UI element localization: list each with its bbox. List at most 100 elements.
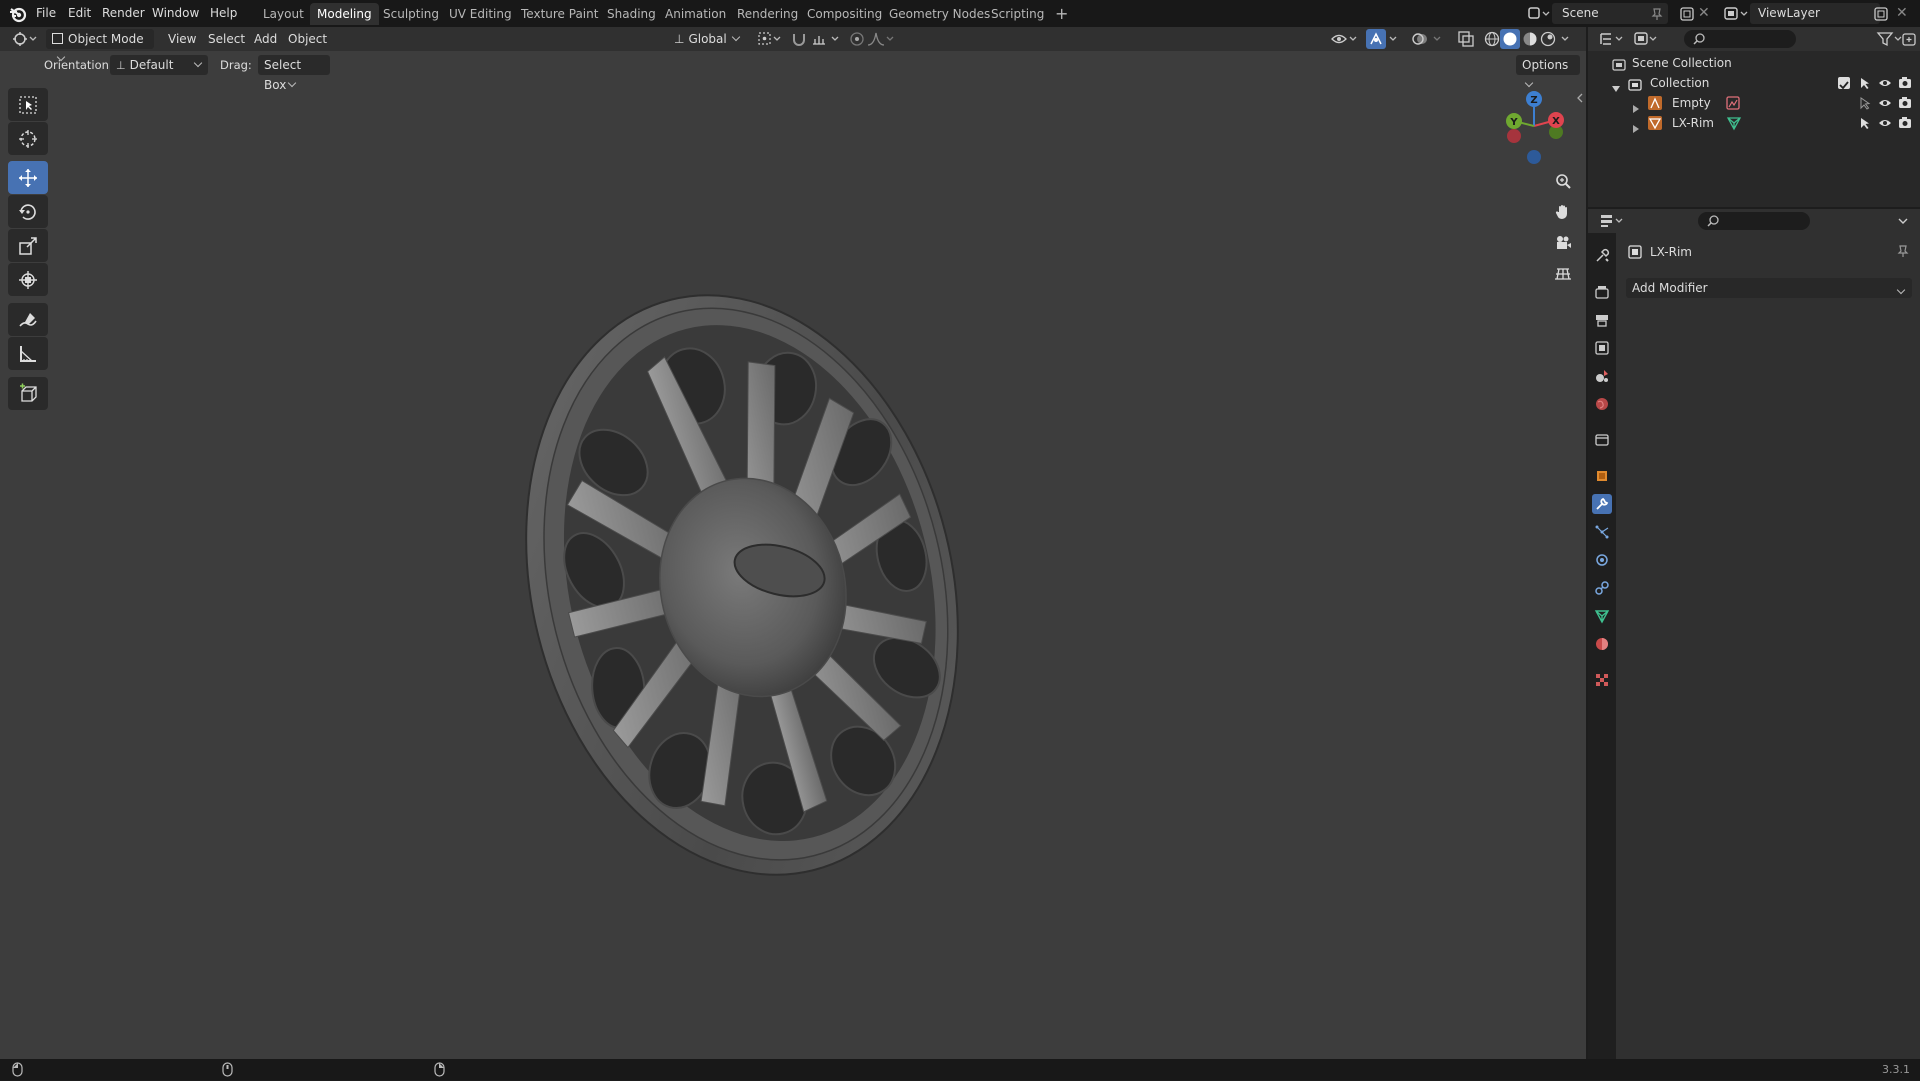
zoom-button[interactable] bbox=[1549, 167, 1577, 195]
outliner-row-collection[interactable]: Collection bbox=[1588, 73, 1920, 93]
scene-selector[interactable]: Scene bbox=[1552, 3, 1668, 24]
scale-tool[interactable] bbox=[8, 229, 48, 262]
perspective-toggle-button[interactable] bbox=[1549, 260, 1577, 288]
select-box-tool[interactable] bbox=[8, 88, 48, 121]
neg-z-axis-handle[interactable] bbox=[1527, 150, 1541, 164]
drag-dropdown[interactable]: Select Box bbox=[258, 55, 330, 92]
blender-logo-icon[interactable] bbox=[8, 4, 28, 24]
new-collection-icon[interactable] bbox=[1900, 29, 1918, 49]
tab-material[interactable] bbox=[1592, 634, 1612, 654]
outliner-editor-type-icon[interactable] bbox=[1598, 29, 1626, 49]
move-tool[interactable] bbox=[8, 161, 48, 194]
add-menu[interactable]: Add bbox=[254, 29, 277, 49]
overlays-dropdown-icon[interactable] bbox=[1432, 30, 1444, 48]
object-menu[interactable]: Object bbox=[288, 29, 327, 49]
expand-arrow-icon[interactable] bbox=[1632, 99, 1640, 113]
visibility-selectability-icon[interactable] bbox=[1330, 30, 1358, 48]
selectable-arrow-icon[interactable] bbox=[1858, 96, 1872, 110]
outliner-row-empty[interactable]: Empty bbox=[1588, 93, 1920, 113]
tab-collection[interactable] bbox=[1592, 430, 1612, 450]
tab-render[interactable] bbox=[1592, 282, 1612, 302]
exclude-checkbox[interactable] bbox=[1838, 77, 1850, 90]
render-camera-icon[interactable] bbox=[1898, 76, 1912, 90]
tab-particles[interactable] bbox=[1592, 522, 1612, 542]
tab-tool[interactable] bbox=[1592, 246, 1612, 266]
selectable-arrow-icon[interactable] bbox=[1858, 116, 1872, 130]
add-modifier-button[interactable]: Add Modifier bbox=[1626, 278, 1912, 298]
select-menu[interactable]: Select bbox=[208, 29, 245, 49]
properties-editor-type-icon[interactable] bbox=[1598, 211, 1626, 231]
rendered-shading-icon[interactable] bbox=[1538, 29, 1558, 49]
material-preview-icon[interactable] bbox=[1520, 29, 1540, 49]
lx-rim-object[interactable] bbox=[510, 280, 990, 890]
collapse-sidebar-icon[interactable] bbox=[1576, 92, 1584, 104]
properties-options-chevron-icon[interactable] bbox=[1896, 213, 1910, 229]
tab-texture[interactable] bbox=[1592, 670, 1612, 690]
snap-target-icon[interactable] bbox=[810, 30, 842, 48]
visibility-eye-icon[interactable] bbox=[1878, 76, 1892, 90]
visibility-eye-icon[interactable] bbox=[1878, 116, 1892, 130]
tab-sculpting[interactable]: Sculpting bbox=[376, 3, 446, 25]
add-workspace-icon[interactable]: + bbox=[1048, 3, 1075, 25]
collapse-arrow-icon[interactable] bbox=[1612, 79, 1620, 92]
tab-modeling[interactable]: Modeling bbox=[310, 3, 379, 25]
display-mode-icon[interactable] bbox=[1632, 29, 1660, 49]
selectable-arrow-icon[interactable] bbox=[1858, 76, 1872, 90]
tab-constraints[interactable] bbox=[1592, 578, 1612, 598]
scene-type-icon[interactable] bbox=[1526, 4, 1550, 24]
wireframe-shading-icon[interactable] bbox=[1482, 29, 1502, 49]
camera-view-button[interactable] bbox=[1549, 229, 1577, 257]
tab-texture-paint[interactable]: Texture Paint bbox=[514, 3, 605, 25]
tab-scripting[interactable]: Scripting bbox=[984, 3, 1051, 25]
gizmo-dropdown-icon[interactable] bbox=[1388, 30, 1400, 48]
measure-tool[interactable] bbox=[8, 337, 48, 370]
orientation-dropdown[interactable]: ⊥ Default bbox=[110, 55, 208, 75]
tab-animation[interactable]: Animation bbox=[658, 3, 733, 25]
outliner-search-input[interactable] bbox=[1684, 30, 1796, 48]
transform-orientation-dropdown[interactable]: ⊥ Global bbox=[668, 29, 746, 49]
properties-search-input[interactable] bbox=[1698, 212, 1810, 230]
new-view-layer-icon[interactable] bbox=[1872, 5, 1890, 23]
tab-uv-editing[interactable]: UV Editing bbox=[442, 3, 519, 25]
object-mode-dropdown[interactable]: Object Mode bbox=[46, 29, 154, 62]
navigation-gizmo[interactable]: X Y Z bbox=[1498, 86, 1570, 170]
rotate-tool[interactable] bbox=[8, 195, 48, 228]
tab-output[interactable] bbox=[1592, 310, 1612, 330]
tab-object-data[interactable] bbox=[1592, 606, 1612, 626]
editor-type-icon[interactable] bbox=[10, 29, 38, 49]
tab-layout[interactable]: Layout bbox=[256, 3, 311, 25]
snap-icon[interactable] bbox=[790, 30, 808, 48]
options-dropdown[interactable]: Options bbox=[1516, 55, 1580, 88]
render-camera-icon[interactable] bbox=[1898, 116, 1912, 130]
pivot-point-icon[interactable] bbox=[756, 30, 782, 48]
falloff-icon[interactable] bbox=[866, 30, 896, 48]
view-layer-type-icon[interactable] bbox=[1722, 4, 1750, 24]
tab-scene[interactable] bbox=[1592, 366, 1612, 386]
outliner-row-scene-collection[interactable]: Scene Collection bbox=[1588, 53, 1920, 73]
transform-tool[interactable] bbox=[8, 263, 48, 296]
menu-file[interactable]: File bbox=[30, 4, 62, 23]
tab-world[interactable] bbox=[1592, 394, 1612, 414]
visibility-eye-icon[interactable] bbox=[1878, 96, 1892, 110]
menu-help[interactable]: Help bbox=[204, 4, 243, 23]
tab-modifiers[interactable] bbox=[1592, 494, 1612, 514]
tab-compositing[interactable]: Compositing bbox=[800, 3, 889, 25]
expand-arrow-icon[interactable] bbox=[1632, 119, 1640, 133]
tab-geometry-nodes[interactable]: Geometry Nodes bbox=[882, 3, 997, 25]
delete-view-layer-icon[interactable]: ✕ bbox=[1896, 5, 1912, 21]
menu-window[interactable]: Window bbox=[146, 4, 205, 23]
menu-edit[interactable]: Edit bbox=[62, 4, 97, 23]
annotate-tool[interactable] bbox=[8, 303, 48, 336]
view-layer-selector[interactable]: ViewLayer bbox=[1750, 3, 1880, 24]
delete-scene-icon[interactable]: ✕ bbox=[1698, 5, 1714, 21]
cursor-tool[interactable] bbox=[8, 122, 48, 155]
tab-rendering[interactable]: Rendering bbox=[730, 3, 805, 25]
tab-object[interactable] bbox=[1592, 466, 1612, 486]
new-scene-icon[interactable] bbox=[1678, 5, 1696, 23]
tab-physics[interactable] bbox=[1592, 550, 1612, 570]
neg-x-axis-handle[interactable] bbox=[1507, 129, 1521, 143]
render-camera-icon[interactable] bbox=[1898, 96, 1912, 110]
tab-shading[interactable]: Shading bbox=[600, 3, 663, 25]
menu-render[interactable]: Render bbox=[96, 4, 151, 23]
solid-shading-icon[interactable] bbox=[1500, 29, 1520, 49]
